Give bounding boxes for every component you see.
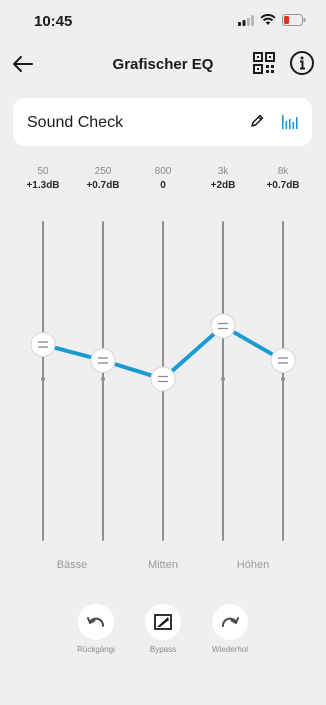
zero-marker: [221, 377, 225, 381]
bypass-button[interactable]: [145, 604, 181, 640]
bypass-icon: [154, 614, 172, 630]
undo-control[interactable]: Rückgängi: [66, 604, 126, 654]
zero-marker: [281, 377, 285, 381]
redo-label: Wiederhol: [211, 645, 248, 654]
slider-knob-2[interactable]: [150, 366, 176, 392]
redo-control[interactable]: Wiederhol: [200, 604, 260, 654]
group-label-high: Höhen: [236, 559, 270, 571]
redo-icon: [222, 617, 239, 627]
undo-icon: [87, 617, 104, 627]
group-label-mid: Mitten: [148, 559, 178, 571]
zero-marker: [101, 377, 105, 381]
slider-knob-4[interactable]: [270, 347, 296, 373]
equalizer-graph: [30, 221, 296, 541]
bypass-control[interactable]: Bypass: [133, 604, 193, 654]
slider-knob-3[interactable]: [210, 313, 236, 339]
slider-knob-1[interactable]: [90, 347, 116, 373]
slider-knob-0[interactable]: [30, 332, 56, 358]
group-label-bass: Bässe: [56, 559, 88, 571]
bypass-label: Bypass: [149, 645, 177, 654]
undo-button[interactable]: [78, 604, 114, 640]
undo-label: Rückgängi: [77, 645, 115, 654]
zero-marker: [41, 377, 45, 381]
redo-button[interactable]: [212, 604, 248, 640]
